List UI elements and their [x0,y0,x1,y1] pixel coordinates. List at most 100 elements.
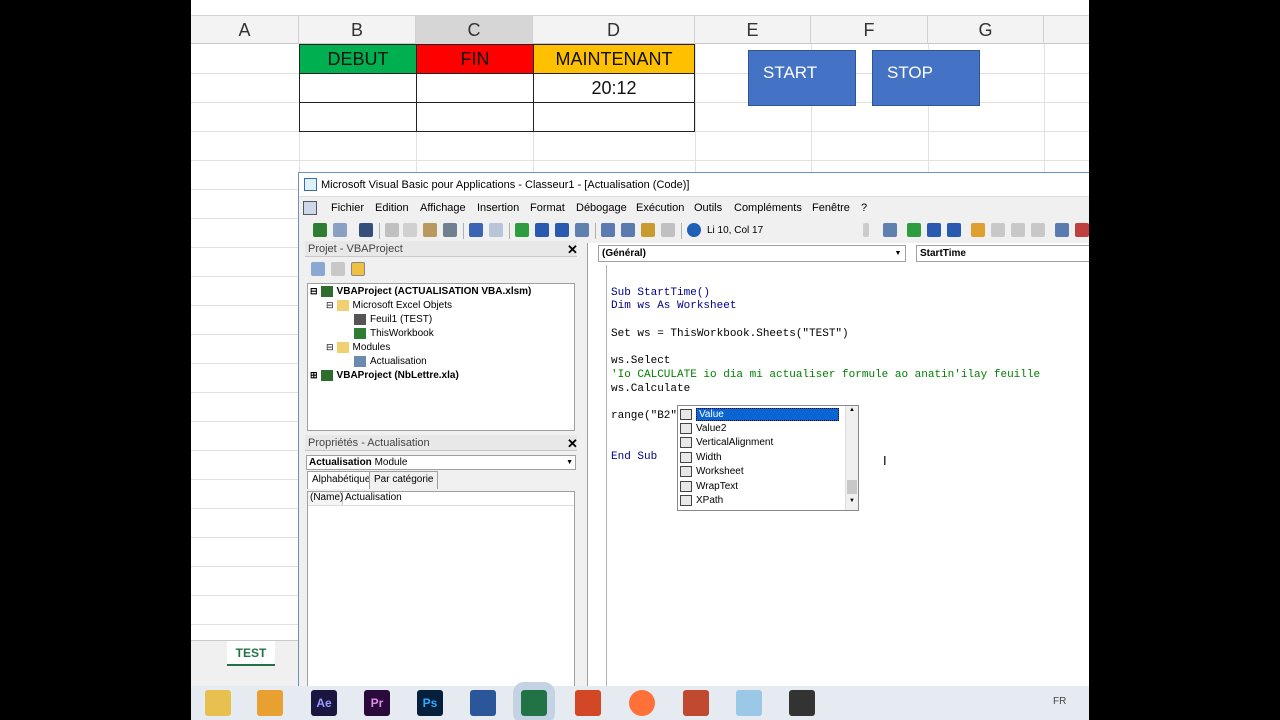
cell-maintenant-header[interactable]: MAINTENANT [533,44,695,74]
tree-thisworkbook[interactable]: ThisWorkbook [354,328,434,339]
debug-design-icon[interactable] [883,223,897,237]
stop-icon[interactable] [555,223,569,237]
intellisense-item[interactable]: XPath [680,493,842,507]
after-effects-icon[interactable]: Ae [311,690,337,716]
undo-icon[interactable] [469,223,483,237]
menu-affichage[interactable]: Affichage [420,202,466,214]
properties-close-icon[interactable]: ✕ [567,437,578,450]
excel-icon[interactable] [513,682,555,720]
debug-pause-icon[interactable] [927,223,941,237]
cell-c3[interactable] [416,102,534,132]
col-header-c[interactable]: C [416,16,533,44]
file-explorer-icon[interactable] [205,690,231,716]
menu-edition[interactable]: Edition [375,202,409,214]
intellisense-item[interactable]: Worksheet [680,464,842,478]
project-close-icon[interactable]: ✕ [567,243,578,256]
tab-par-categorie[interactable]: Par catégorie [369,471,439,489]
procedure-dropdown[interactable]: StartTime [916,245,1089,262]
premiere-icon[interactable]: Pr [364,690,390,716]
expand-icon[interactable]: ⊞ [310,370,318,381]
menu-help[interactable]: ? [861,202,867,214]
camera-icon[interactable] [789,690,815,716]
insert-module-icon[interactable] [333,223,347,237]
scroll-down-icon[interactable]: ▼ [849,498,855,504]
stop-button[interactable]: STOP [872,50,980,106]
collapse-icon[interactable]: ⊟ [326,342,334,353]
tree-modules[interactable]: ⊟ Modules [326,342,390,353]
menu-execution[interactable]: Exécution [636,202,684,214]
scroll-up-icon[interactable]: ▲ [849,407,855,413]
scroll-thumb[interactable] [847,480,857,494]
cell-d3[interactable] [533,102,695,132]
intellisense-scrollbar[interactable]: ▲ ▼ [845,406,858,510]
menu-insertion[interactable]: Insertion [477,202,519,214]
word-icon[interactable] [470,690,496,716]
menu-fichier[interactable]: Fichier [331,202,364,214]
photoshop-icon[interactable]: Ps [417,690,443,716]
cell-b3[interactable] [299,102,417,132]
step-over-icon[interactable] [1011,223,1025,237]
cell-c2[interactable] [416,73,534,103]
tree-excel-objects[interactable]: ⊟ Microsoft Excel Objets [326,300,452,311]
paste-icon[interactable] [423,223,437,237]
property-row-name[interactable]: (Name) Actualisation [308,492,574,506]
save-icon[interactable] [359,223,373,237]
toolbox-icon[interactable] [661,223,675,237]
toggle-breakpoint-icon[interactable] [971,223,985,237]
language-indicator[interactable]: FR [1053,696,1066,707]
vba-title-bar[interactable]: Microsoft Visual Basic pour Applications… [299,173,1089,197]
intellisense-item[interactable]: VerticalAlignment [680,435,842,449]
tab-alphabetique[interactable]: Alphabétique [307,471,376,489]
collapse-icon[interactable]: ⊟ [326,300,334,311]
vba-menu-icon[interactable] [303,201,317,215]
step-into-icon[interactable] [991,223,1005,237]
col-header-b[interactable]: B [299,16,416,44]
step-out-icon[interactable] [1031,223,1045,237]
toggle-folders-icon[interactable] [351,262,365,276]
firefox-icon[interactable] [629,690,655,716]
col-header-f[interactable]: F [811,16,928,44]
locals-window-icon[interactable] [1055,223,1069,237]
tree-project-nblettre[interactable]: ⊞ VBAProject (NbLettre.xla) [310,370,459,381]
toolbar-overflow-icon[interactable] [863,223,869,237]
cell-b2[interactable] [299,73,417,103]
start-button[interactable]: START [748,50,856,106]
menu-complements[interactable]: Compléments [734,202,802,214]
menu-fenetre[interactable]: Fenêtre [812,202,850,214]
find-icon[interactable] [443,223,457,237]
media-player-icon[interactable] [257,690,283,716]
col-header-g[interactable]: G [928,16,1044,44]
col-header-d[interactable]: D [533,16,695,44]
debug-stop-icon[interactable] [947,223,961,237]
cell-maintenant-value[interactable]: 20:12 [533,73,695,103]
notepad-icon[interactable] [736,690,762,716]
intellisense-item[interactable]: Width [680,450,842,464]
tree-project-actualisation[interactable]: ⊟ VBAProject (ACTUALISATION VBA.xlsm) [310,286,531,297]
properties-icon[interactable] [621,223,635,237]
tree-actualisation[interactable]: Actualisation [354,356,427,367]
col-header-e[interactable]: E [695,16,811,44]
intellisense-item[interactable]: WrapText [680,479,842,493]
cut-icon[interactable] [385,223,399,237]
collapse-icon[interactable]: ⊟ [310,286,318,297]
properties-object-select[interactable]: Actualisation Module ▼ [306,455,576,470]
copy-icon[interactable] [403,223,417,237]
object-browser-icon[interactable] [641,223,655,237]
intellisense-item[interactable]: Value [680,407,842,421]
powerpoint-icon[interactable] [575,690,601,716]
help-icon[interactable] [687,223,701,237]
project-explorer-icon[interactable] [601,223,615,237]
menu-debogage[interactable]: Débogage [576,202,627,214]
app-icon[interactable] [683,690,709,716]
menu-format[interactable]: Format [530,202,565,214]
menu-outils[interactable]: Outils [694,202,722,214]
debug-run-icon[interactable] [907,223,921,237]
col-header-a[interactable]: A [191,16,299,44]
immediate-window-icon[interactable] [1075,223,1089,237]
redo-icon[interactable] [489,223,503,237]
cell-fin-header[interactable]: FIN [416,44,534,74]
view-excel-icon[interactable] [313,223,327,237]
run-icon[interactable] [515,223,529,237]
object-dropdown[interactable]: (Général) ▼ [598,245,906,262]
pause-icon[interactable] [535,223,549,237]
